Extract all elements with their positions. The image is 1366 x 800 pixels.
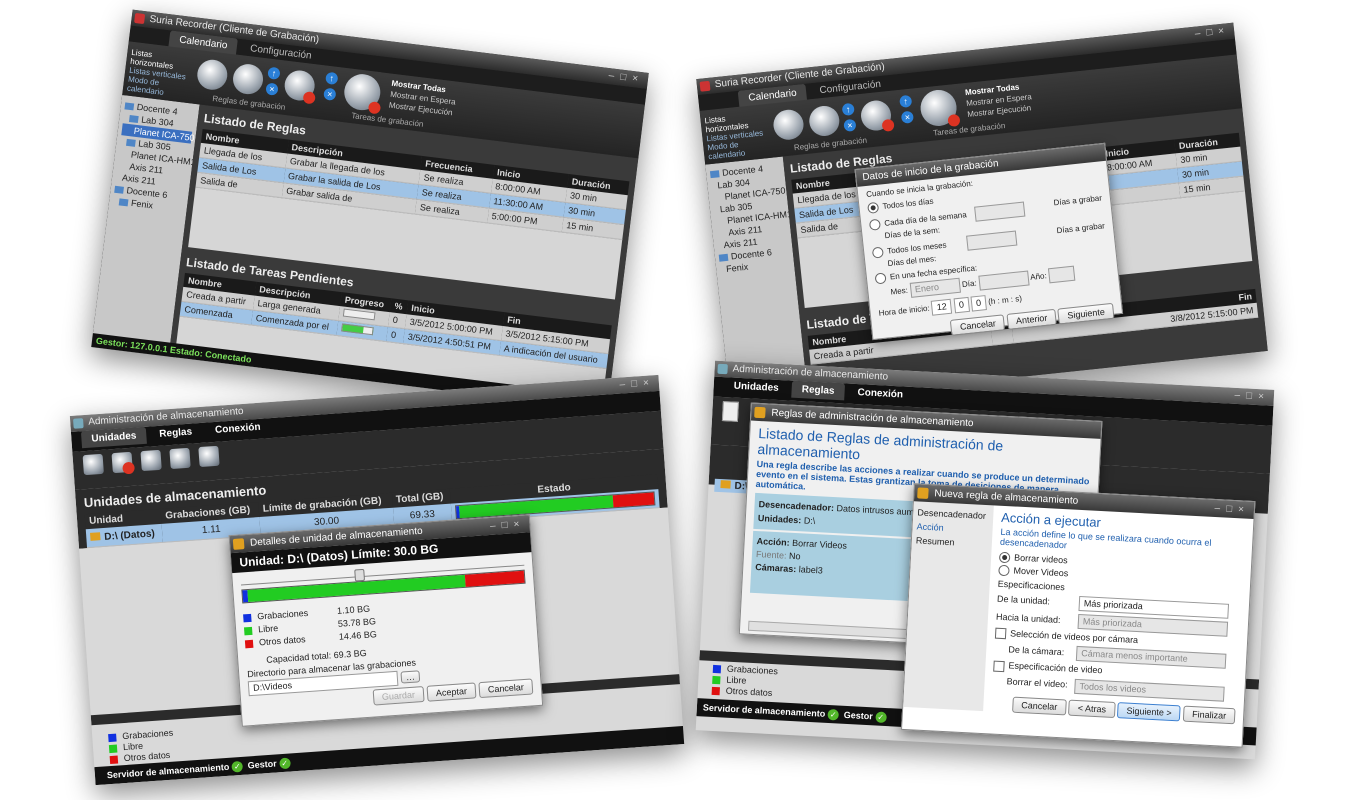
camera-select-checkbox[interactable] [994,628,1007,640]
slider-thumb[interactable] [353,568,365,582]
radio-borrar[interactable] [998,551,1011,564]
day-select[interactable] [978,270,1030,291]
drive-icon [89,531,101,541]
legend-swatch-icon [108,744,118,753]
remove-unit-icon[interactable] [111,451,133,474]
tab-unidades[interactable]: Unidades [723,377,789,397]
ok-check-icon: ✓ [827,709,840,721]
delete-rule-icon[interactable] [859,99,893,133]
drive-icon [917,487,929,499]
legend-swatch-icon [712,675,721,684]
legend-swatch-icon [712,664,722,673]
add-rule-icon[interactable] [772,108,805,142]
window-controls[interactable]: –□× [619,375,655,393]
radio-fecha[interactable] [874,272,887,285]
folder-icon [118,198,129,207]
window-controls[interactable]: –□× [1214,500,1250,519]
new-rule-dialog: Nueva regla de almacenamiento –□× Desenc… [900,483,1256,748]
progress-bar [342,308,376,321]
app-icon [134,12,146,25]
stop-record-icon[interactable] [918,88,959,128]
folder-icon [709,170,720,179]
recorder-window-2: Suria Recorder (Cliente de Grabación) –□… [696,22,1268,408]
progress-bar [340,323,374,336]
cancel-task-icon[interactable]: × [323,87,337,101]
start-time-dialog: Datos de inicio de la grabación Cuando s… [854,142,1124,341]
unit-details-dialog: Detalles de unidad de almacenamiento –□×… [228,514,544,727]
radio-todos-meses[interactable] [871,246,884,259]
drive-icon [232,538,245,550]
next-button[interactable]: Siguiente > [1117,701,1182,721]
accept-button[interactable]: Aceptar [426,682,477,702]
window-controls[interactable]: –□× [489,516,526,535]
legend-swatch-icon [243,626,253,636]
next-button[interactable]: Siguiente [1057,302,1115,325]
legend-swatch-icon [108,733,117,742]
add-task-icon[interactable]: ↑ [325,71,339,86]
up-arrow-icon[interactable]: ↑ [267,66,281,80]
drive-icon [720,480,731,489]
wizard-step-resumen[interactable]: Resumen [916,533,989,551]
tab-conexion[interactable]: Conexión [847,384,913,404]
ok-check-icon: ✓ [231,760,244,773]
app-icon [699,80,711,92]
ok-check-icon: ✓ [278,757,291,770]
cancel-button[interactable]: Cancelar [950,314,1006,336]
legend-swatch-icon [243,613,252,623]
wizard-nav: Desencadenador Acción Resumen [903,501,994,712]
add-rule-icon[interactable] [195,58,230,92]
add-unit-icon[interactable] [82,453,104,476]
legend-swatch-icon [244,639,254,648]
storage-rules-window: Administración de almacenamiento –□× Uni… [695,360,1275,760]
legend-swatch-icon [711,686,720,695]
save-button[interactable]: Guardar [372,686,425,706]
folder-icon [128,115,139,124]
browse-button[interactable]: … [400,670,421,684]
radio-mover[interactable] [998,564,1010,577]
stop-record-icon[interactable] [342,72,383,113]
year-field[interactable] [1048,265,1076,284]
app-icon [717,363,728,375]
app-icon [73,418,84,429]
back-button[interactable]: < Atras [1068,699,1116,718]
window-controls[interactable]: –□× [1234,388,1270,406]
edit-rule-icon[interactable] [231,62,265,96]
info-unit-icon[interactable] [198,445,220,468]
folder-icon [114,185,124,194]
folder-icon [718,253,729,262]
up-arrow-icon[interactable]: ↑ [841,102,855,116]
radio-todos-dias[interactable] [867,201,880,214]
ok-check-icon: ✓ [874,711,887,724]
folder-icon [125,138,136,148]
status-bar: Servidor de almacenamiento ✓ Gestor ✓ [94,725,685,786]
delete-rule-icon[interactable] [282,68,317,103]
legend-swatch-icon [109,755,119,764]
radio-cada-dia[interactable] [868,218,881,231]
legend-otros: Otros datos [711,685,778,699]
refresh-unit-icon[interactable] [169,447,191,470]
minute-field[interactable]: 0 [953,296,970,314]
back-button[interactable]: Anterior [1006,308,1058,330]
cancel-button[interactable]: Cancelar [1011,696,1067,715]
recorder-window: Suria Recorder (Cliente de Grabación) –□… [91,9,649,411]
edit-unit-icon[interactable] [140,449,162,472]
remove-icon[interactable]: × [843,118,857,132]
tab-reglas[interactable]: Reglas [791,380,845,401]
month-select[interactable]: Enero [909,277,961,298]
hour-field[interactable]: 12 [931,298,953,316]
finish-button[interactable]: Finalizar [1182,705,1236,724]
add-task-icon[interactable]: ↑ [899,94,913,108]
video-spec-checkbox[interactable] [993,660,1005,672]
storage-window: Administración de almacenamiento –□× Uni… [69,374,685,786]
cancel-task-icon[interactable]: × [900,110,914,124]
folder-icon [124,102,135,111]
document-icon[interactable] [721,401,739,422]
cancel-button[interactable]: Cancelar [478,678,534,699]
edit-rule-icon[interactable] [807,104,841,138]
remove-icon[interactable]: × [265,82,279,96]
second-field[interactable]: 0 [970,295,987,312]
drive-icon [754,406,766,419]
